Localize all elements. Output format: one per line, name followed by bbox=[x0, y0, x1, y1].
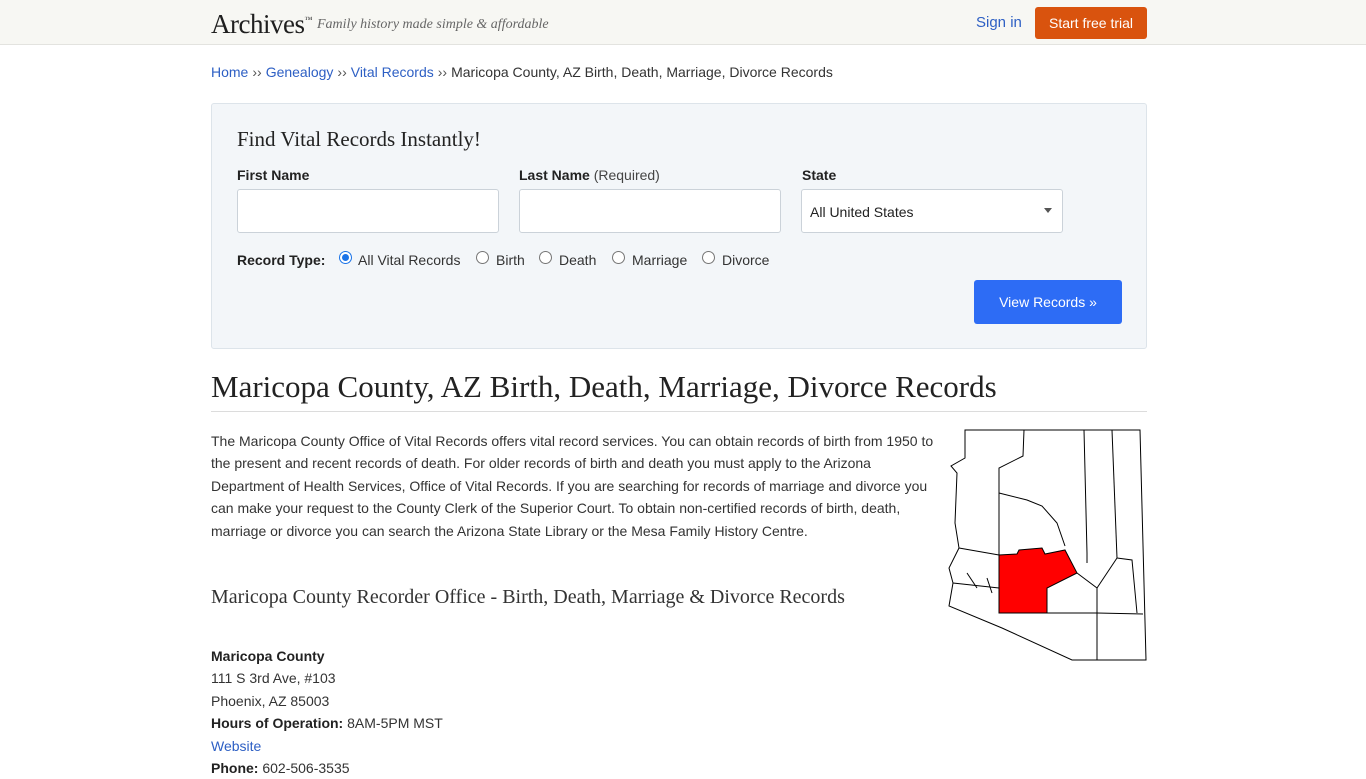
tagline: Family history made simple & affordable bbox=[317, 17, 549, 32]
hours-value: 8AM-5PM MST bbox=[347, 715, 443, 732]
required-note: (Required) bbox=[593, 167, 660, 183]
first-name-input[interactable] bbox=[237, 189, 499, 233]
arizona-county-map bbox=[948, 429, 1147, 661]
logo-text: Archives bbox=[211, 9, 305, 39]
office-name: Maricopa County bbox=[211, 648, 325, 664]
first-name-label: First Name bbox=[237, 167, 310, 183]
trademark-mark: ™ bbox=[304, 15, 312, 24]
intro-paragraph: The Maricopa County Office of Vital Reco… bbox=[211, 433, 934, 539]
last-name-label: Last Name (Required) bbox=[519, 167, 660, 183]
breadcrumb: Home ›› Genealogy ›› Vital Records ›› Maricopa… bbox=[211, 64, 833, 80]
phone-value[interactable]: 602-506-3535 bbox=[262, 760, 349, 776]
view-records-button[interactable]: View Records » bbox=[974, 280, 1122, 324]
radio-birth[interactable] bbox=[476, 251, 489, 264]
state-select-value: All United States bbox=[810, 204, 914, 220]
breadcrumb-separator: ›› bbox=[252, 64, 262, 80]
office-street: 111 S 3rd Ave, #103 bbox=[211, 670, 336, 687]
logo[interactable]: Archives™ bbox=[211, 9, 312, 40]
website-link[interactable]: Website bbox=[211, 738, 261, 754]
search-panel: Find Vital Records Instantly! First Name… bbox=[211, 103, 1147, 349]
radio-marriage[interactable] bbox=[612, 251, 625, 264]
breadcrumb-current: Maricopa County, AZ Birth, Death, Marria… bbox=[451, 64, 833, 80]
breadcrumb-genealogy[interactable]: Genealogy bbox=[266, 64, 334, 80]
search-panel-title: Find Vital Records Instantly! bbox=[237, 127, 481, 151]
hours-label: Hours of Operation: bbox=[211, 715, 344, 732]
state-label: State bbox=[802, 167, 837, 183]
record-type-label: Record Type: bbox=[237, 252, 326, 268]
radio-label-all-vital-records[interactable]: All Vital Records bbox=[358, 252, 460, 268]
radio-label-marriage[interactable]: Marriage bbox=[632, 252, 687, 268]
office-address: Maricopa County 111 S 3rd Ave, #103 Phoe… bbox=[211, 645, 443, 779]
radio-label-death[interactable]: Death bbox=[559, 252, 596, 268]
breadcrumb-separator: ›› bbox=[437, 64, 448, 80]
state-select[interactable]: All United States bbox=[801, 189, 1063, 233]
radio-death[interactable] bbox=[539, 251, 552, 264]
start-free-trial-button[interactable]: Start free trial bbox=[1035, 7, 1147, 39]
sign-in-link[interactable]: Sign in bbox=[976, 14, 1022, 31]
radio-all-vital-records[interactable] bbox=[339, 251, 352, 264]
breadcrumb-home[interactable]: Home bbox=[211, 64, 248, 80]
recorder-office-heading: Maricopa County Recorder Office - Birth,… bbox=[211, 586, 845, 608]
radio-label-divorce[interactable]: Divorce bbox=[722, 252, 769, 268]
chevron-down-icon bbox=[1044, 208, 1052, 213]
breadcrumb-separator: ›› bbox=[337, 64, 347, 80]
phone-label: Phone: bbox=[211, 760, 259, 777]
last-name-input[interactable] bbox=[519, 189, 781, 233]
breadcrumb-vital-records[interactable]: Vital Records bbox=[351, 64, 434, 80]
page-title: Maricopa County, AZ Birth, Death, Marria… bbox=[211, 369, 997, 404]
radio-label-birth[interactable]: Birth bbox=[496, 252, 525, 268]
office-city: Phoenix, AZ 85003 bbox=[211, 692, 330, 709]
title-divider bbox=[211, 411, 1147, 412]
top-bar: Archives™ Family history made simple & a… bbox=[0, 0, 1366, 45]
radio-divorce[interactable] bbox=[702, 251, 715, 264]
county-outlines bbox=[948, 429, 1147, 661]
